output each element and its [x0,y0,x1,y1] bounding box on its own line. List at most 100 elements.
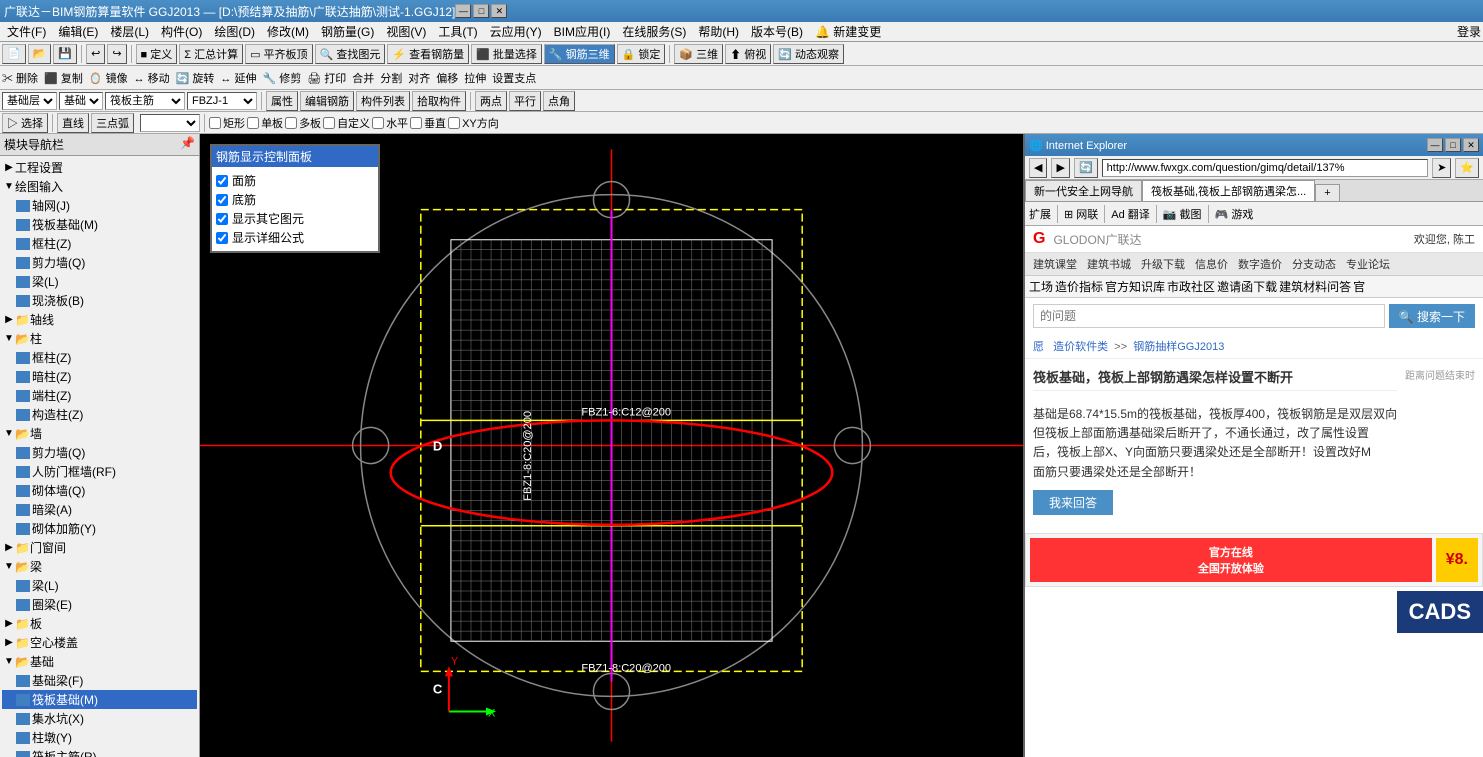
nav-cost-index[interactable]: 造价指标 [1055,278,1103,295]
tree-folder-wall[interactable]: ▼ 📂 墙 [2,424,197,443]
search-button[interactable]: 🔍 搜索一下 [1389,304,1475,328]
nav-materials[interactable]: 建筑材料问答 [1279,278,1351,295]
tree-item-shear-wall[interactable]: 剪力墙(Q) [2,253,197,272]
tree-item-kcol[interactable]: 框柱(Z) [2,348,197,367]
breadcrumb-home[interactable]: 愿 [1033,341,1044,353]
menu-cloud[interactable]: 云应用(Y) [485,22,547,41]
menu-edit[interactable]: 编辑(E) [53,22,103,41]
menu-bim[interactable]: BIM应用(I) [549,22,616,41]
tree-item-masonry-rebar[interactable]: 砌体加筋(Y) [2,519,197,538]
point-angle-btn[interactable]: 点角 [543,91,575,111]
tree-item-axis[interactable]: 轴网(J) [2,196,197,215]
sigma-btn[interactable]: Σ 汇总计算 [179,44,243,64]
nav-branch[interactable]: 分支动态 [1288,255,1340,273]
tree-item-masonry[interactable]: 砌体墙(Q) [2,481,197,500]
tree-folder-foundation[interactable]: ▼ 📂 基础 [2,652,197,671]
browser-maximize[interactable]: □ [1445,138,1461,152]
tree-item-raft-found[interactable]: 筏板基础(M) [2,690,197,709]
breadcrumb-subcategory[interactable]: 钢筋抽样GGJ2013 [1133,341,1224,353]
minimize-button[interactable]: — [455,4,471,18]
single-board-check[interactable] [247,117,259,129]
new-btn[interactable]: 📄 [2,44,26,64]
browser-close[interactable]: ✕ [1463,138,1479,152]
flattop-btn[interactable]: ▭ 平齐板顶 [245,44,312,64]
show-elements-check[interactable] [216,213,228,225]
go-btn[interactable]: ➤ [1432,158,1451,178]
floor-select[interactable]: 基础层 [2,92,57,110]
tree-folder-slab[interactable]: ▶ 📁 板 [2,614,197,633]
shape-select[interactable] [140,114,200,132]
vertical-check[interactable] [410,117,422,129]
tree-item-raft-main-rebar[interactable]: 筏板主筋(R) [2,747,197,757]
define-btn[interactable]: ■ 定义 [136,44,178,64]
menu-floor[interactable]: 楼层(L) [105,22,154,41]
tree-folder-col[interactable]: ▼ 📂 柱 [2,329,197,348]
menu-rebar[interactable]: 钢筋量(G) [316,22,379,41]
arc-btn[interactable]: 三点弧 [91,113,134,133]
login-link[interactable]: 登录 [1457,23,1481,40]
tree-item-dcol[interactable]: 端柱(Z) [2,386,197,405]
close-button[interactable]: ✕ [491,4,507,18]
breadcrumb-category[interactable]: 造价软件类 [1053,341,1108,353]
tree-folder-hollow[interactable]: ▶ 📁 空心楼盖 [2,633,197,652]
rebar3d-btn[interactable]: 🔧 钢筋三维 [544,44,615,64]
translate-btn[interactable]: Ad 翻译 [1111,206,1150,222]
tree-item-ring-beam[interactable]: 圈梁(E) [2,595,197,614]
dynamic-view-btn[interactable]: 🔄 动态观察 [773,44,844,64]
refresh-btn[interactable]: 🔄 [1074,158,1098,178]
maximize-button[interactable]: □ [473,4,489,18]
screenshot-btn[interactable]: 📷 截图 [1163,206,1202,222]
canvas-area[interactable]: 钢筋显示控制面板 面筋 底筋 显示其它图元 显示详细公式 [200,134,1023,757]
menu-modify[interactable]: 修改(M) [262,22,314,41]
tree-item-struct-col[interactable]: 构造柱(Z) [2,405,197,424]
menu-help[interactable]: 帮助(H) [693,22,744,41]
menu-file[interactable]: 文件(F) [2,22,51,41]
line-btn[interactable]: 直线 [57,113,89,133]
tree-item-foundation-beam[interactable]: 基础梁(F) [2,671,197,690]
edit-rebar-btn[interactable]: 编辑钢筋 [300,91,354,111]
menu-view[interactable]: 视图(V) [381,22,431,41]
bottom-rebar-check[interactable] [216,194,228,206]
tree-folder-door[interactable]: ▶ 📁 门窗间 [2,538,197,557]
two-point-btn[interactable]: 两点 [475,91,507,111]
menu-component[interactable]: 构件(O) [156,22,207,41]
add-favorite-btn[interactable]: ⭐ [1455,158,1479,178]
multi-board-check[interactable] [285,117,297,129]
tree-item-slab[interactable]: 现浇板(B) [2,291,197,310]
nav-upgrade[interactable]: 升级下载 [1137,255,1189,273]
tree-item-sump[interactable]: 集水坑(X) [2,709,197,728]
tree-item-col-pier[interactable]: 柱墩(Y) [2,728,197,747]
tree-item-beam2[interactable]: 梁(L) [2,576,197,595]
answer-button[interactable]: 我来回答 [1033,490,1113,515]
3d-btn[interactable]: 📦 三维 [674,44,723,64]
tree-item-acol[interactable]: 暗柱(Z) [2,367,197,386]
tree-item-civildef[interactable]: 人防门框墙(RF) [2,462,197,481]
select-btn[interactable]: ▷ 选择 [2,113,48,133]
layer-select[interactable]: 基础 [59,92,103,110]
expand-btn[interactable]: 扩展 [1029,206,1051,222]
view-rebar-btn[interactable]: ⚡ 查看钢筋量 [387,44,469,64]
tree-item-hidden-beam[interactable]: 暗梁(A) [2,500,197,519]
xy-check[interactable] [448,117,460,129]
nav-factory[interactable]: 工场 [1029,278,1053,295]
ad-banner[interactable]: 官方在线 全国开放体验 [1030,538,1432,582]
nav-info-price[interactable]: 信息价 [1191,255,1232,273]
type-select[interactable]: 筏板主筋 [105,92,185,110]
horizontal-check[interactable] [372,117,384,129]
top-rebar-check[interactable] [216,175,228,187]
tree-item-frame-col[interactable]: 框柱(Z) [2,234,197,253]
nav-invite[interactable]: 邀请函下载 [1217,278,1277,295]
browser-tab-article[interactable]: 筏板基础,筏板上部钢筋遇梁怎... [1142,180,1315,201]
topview-btn[interactable]: ⬆ 俯视 [725,44,771,64]
tree-folder-beam[interactable]: ▼ 📂 梁 [2,557,197,576]
browser-tab-new[interactable]: + [1315,184,1339,201]
component-select[interactable]: FBZJ-1 [187,92,257,110]
component-list-btn[interactable]: 构件列表 [356,91,410,111]
tree-item-sw2[interactable]: 剪力墙(Q) [2,443,197,462]
lock-btn[interactable]: 🔒 锁定 [617,44,666,64]
property-btn[interactable]: 属性 [266,91,298,111]
batch-select-btn[interactable]: ⬛ 批量选择 [471,44,542,64]
network-btn[interactable]: ⊞ 网联 [1064,206,1098,222]
tree-item-beam[interactable]: 梁(L) [2,272,197,291]
rect-check[interactable] [209,117,221,129]
